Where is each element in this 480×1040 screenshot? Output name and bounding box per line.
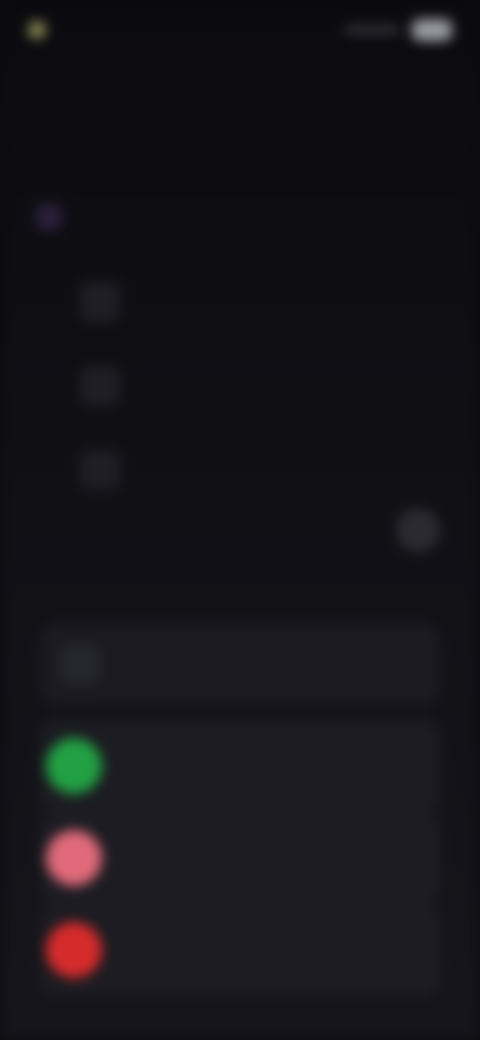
status-bar [28, 14, 452, 46]
option-item[interactable] [36, 428, 444, 512]
top-card[interactable] [40, 622, 440, 706]
tab-selected[interactable] [36, 204, 72, 230]
option-list [36, 260, 444, 512]
option-icon [80, 282, 120, 322]
status-left [28, 21, 56, 39]
app-list [40, 720, 440, 996]
app-icon-pink [46, 830, 102, 886]
signal-icon [344, 25, 400, 35]
list-item[interactable] [40, 812, 440, 904]
screen-root [0, 0, 480, 1040]
tab-icon [36, 204, 62, 230]
status-right [344, 19, 452, 41]
battery-icon [412, 19, 452, 41]
option-item[interactable] [36, 344, 444, 428]
list-item[interactable] [40, 720, 440, 812]
list-item[interactable] [40, 904, 440, 996]
app-icon-red [46, 922, 102, 978]
option-icon [80, 450, 120, 490]
option-item[interactable] [36, 260, 444, 344]
app-icon-green [46, 738, 102, 794]
status-dot-icon [28, 21, 46, 39]
option-icon [80, 366, 120, 406]
fab-button[interactable] [396, 508, 440, 552]
card-icon [60, 644, 100, 684]
